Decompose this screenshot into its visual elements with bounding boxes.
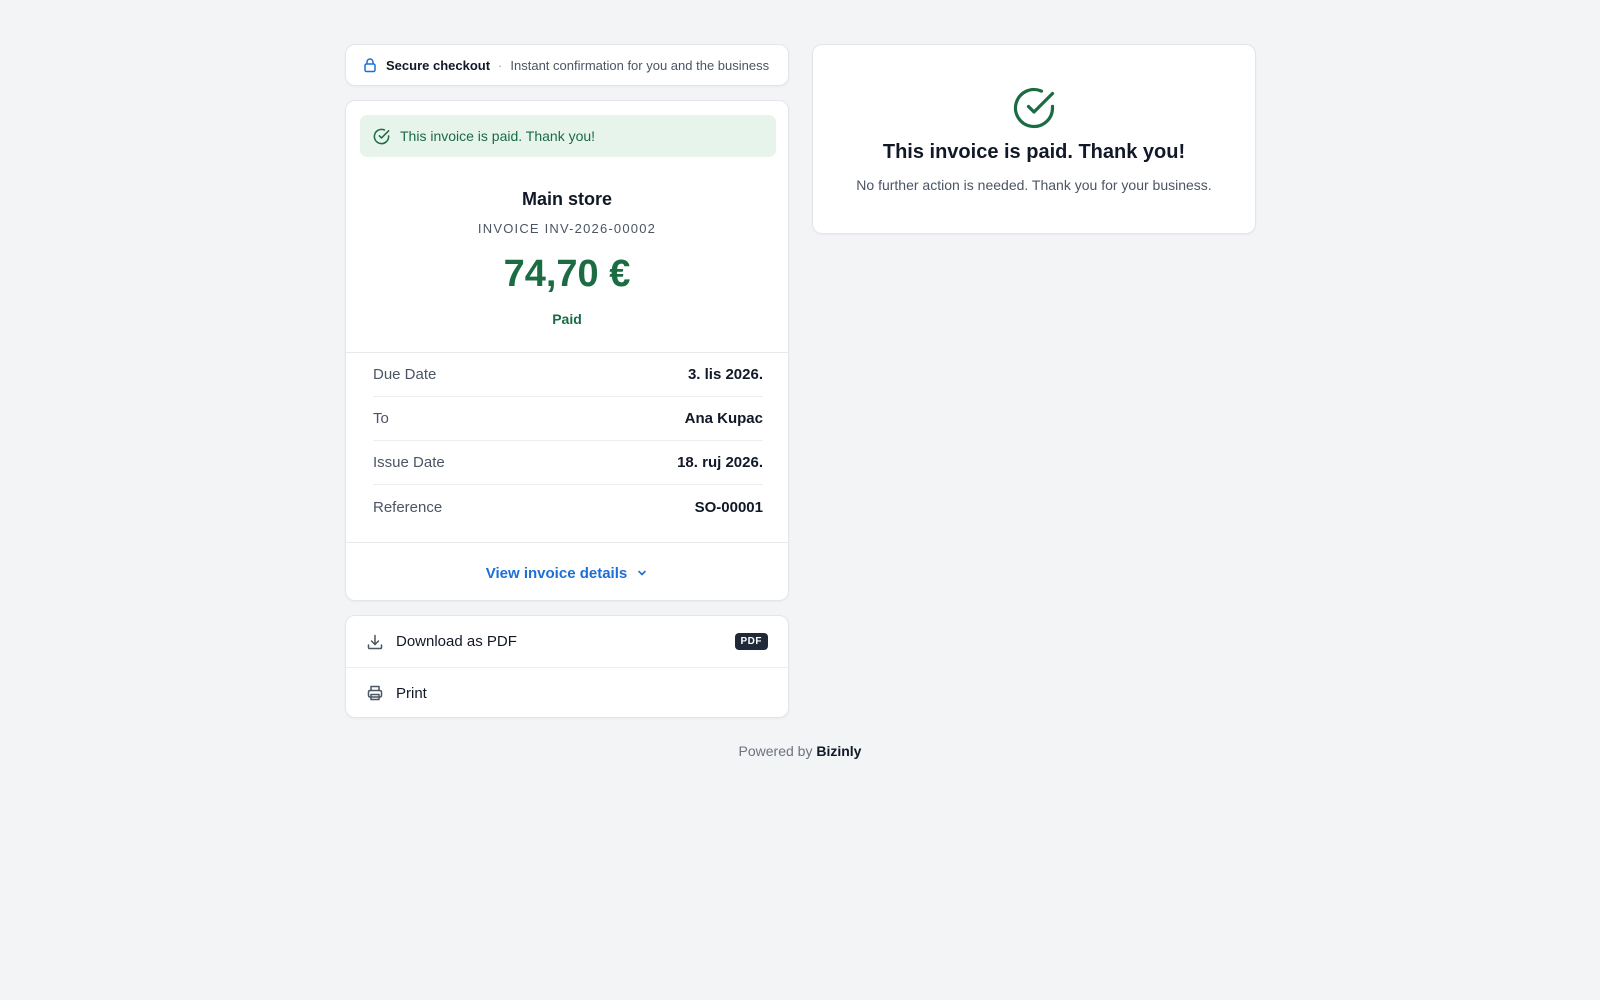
invoice-number: INVOICE INV-2026-00002 — [477, 221, 657, 236]
print-button[interactable]: Print — [346, 667, 788, 718]
confirmation-title: This invoice is paid. Thank you! — [882, 141, 1186, 163]
detail-value: 3. lis 2026. — [687, 366, 763, 383]
lock-icon — [364, 58, 376, 73]
check-circle-icon — [373, 128, 390, 144]
detail-label: Due Date — [373, 366, 437, 383]
powered-by-footer: Powered by Bizinly — [0, 743, 1600, 759]
detail-row-due-date: Due Date 3. lis 2026. — [373, 353, 763, 397]
confirmation-subtitle: No further action is needed. Thank you f… — [856, 177, 1212, 193]
store-name: Main store — [521, 189, 613, 209]
secure-checkout-bar: Secure checkout · Instant confirmation f… — [345, 44, 789, 86]
divider — [346, 542, 788, 543]
invoice-card: This invoice is paid. Thank you! Main st… — [345, 100, 789, 601]
pdf-badge: PDF — [734, 633, 768, 650]
powered-by-label: Powered by — [738, 743, 813, 759]
chevron-down-icon — [638, 570, 647, 576]
detail-value: SO-00001 — [694, 498, 763, 516]
check-circle-icon — [1013, 87, 1055, 129]
detail-row-reference: Reference SO-00001 — [373, 485, 763, 529]
detail-row-to: To Ana Kupac — [373, 397, 763, 441]
printer-icon — [367, 685, 383, 701]
secure-checkout-subtitle: Instant confirmation for you and the bus… — [510, 57, 770, 73]
secure-checkout-label: Secure checkout — [386, 57, 491, 73]
detail-value: 18. ruj 2026. — [677, 454, 763, 471]
confirmation-card: This invoice is paid. Thank you! No furt… — [812, 44, 1256, 234]
actions-card: Download as PDF PDF Print — [345, 615, 789, 718]
view-invoice-details-label: View invoice details — [485, 564, 628, 582]
invoice-details-list: Due Date 3. lis 2026. To Ana Kupac Issue… — [373, 353, 763, 529]
detail-label: To — [373, 410, 389, 427]
status-badge: Paid — [552, 311, 582, 327]
download-pdf-button[interactable]: Download as PDF PDF — [346, 616, 788, 667]
view-invoice-details-button[interactable]: View invoice details — [346, 551, 788, 595]
paid-banner-text: This invoice is paid. Thank you! — [400, 128, 596, 144]
paid-banner: This invoice is paid. Thank you! — [360, 115, 776, 157]
detail-label: Reference — [373, 498, 443, 516]
invoice-amount: 74,70 € — [503, 253, 631, 295]
detail-value: Ana Kupac — [684, 410, 763, 427]
detail-label: Issue Date — [373, 454, 445, 471]
print-label: Print — [396, 684, 427, 702]
brand-link[interactable]: Bizinly — [816, 743, 861, 759]
detail-row-issue-date: Issue Date 18. ruj 2026. — [373, 441, 763, 485]
download-pdf-label: Download as PDF — [396, 633, 517, 650]
download-icon — [367, 634, 383, 649]
separator-dot: · — [498, 57, 503, 73]
